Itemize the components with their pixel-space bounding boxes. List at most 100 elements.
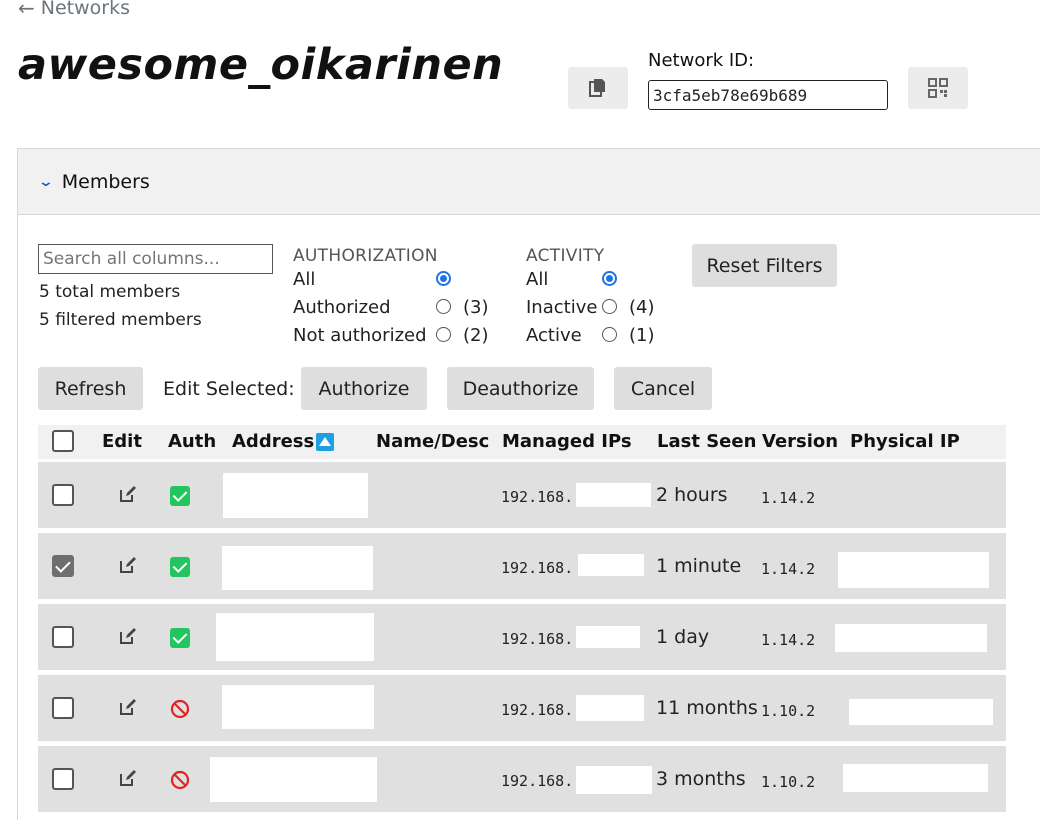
auth-filter-authorized-count: (3) (463, 297, 489, 318)
managed-ip-text: 192.168. (501, 701, 574, 719)
cancel-button[interactable]: Cancel (614, 367, 712, 410)
table-row[interactable]: 192.168. 1 minute 1.14.2 (38, 533, 1006, 599)
arrow-left-icon: ← (18, 0, 35, 20)
edit-icon[interactable] (118, 697, 138, 717)
last-seen-text: 1 day (656, 626, 710, 648)
managed-ip-text: 192.168. (501, 630, 574, 648)
network-id-value: 3cfa5eb78e69b689 (653, 86, 808, 105)
last-seen-text: 2 hours (656, 484, 728, 506)
network-name-title: awesome_oikarinen (18, 40, 504, 90)
filtered-members-text: 5 filtered members (39, 310, 202, 330)
last-seen-text: 1 minute (656, 555, 742, 577)
column-header-managed-ips[interactable]: Managed IPs (502, 431, 632, 452)
managed-ip-redacted (576, 626, 640, 648)
managed-ip-text: 192.168. (501, 559, 574, 577)
address-redacted (216, 613, 374, 661)
managed-ip-redacted (576, 766, 652, 794)
edit-icon[interactable] (118, 768, 138, 788)
copy-id-button[interactable] (568, 67, 628, 109)
members-table-header: Edit Auth Address Name/Desc Managed IPs … (38, 425, 1006, 459)
physical-ip-redacted (849, 699, 993, 725)
physical-ip-redacted (843, 764, 988, 792)
activity-filter-heading: ACTIVITY (526, 246, 605, 266)
column-header-auth[interactable]: Auth (168, 431, 216, 452)
managed-ip-text: 192.168. (501, 488, 574, 506)
chevron-down-icon: ⌄ (37, 173, 55, 190)
search-input[interactable] (38, 244, 273, 274)
activity-filter-inactive-label: Inactive (526, 297, 598, 318)
table-row[interactable]: 192.168. 3 months 1.10.2 (38, 746, 1006, 812)
column-header-physical-ip[interactable]: Physical IP (850, 431, 960, 452)
column-header-address[interactable]: Address (232, 431, 314, 452)
managed-ip-redacted (576, 483, 651, 507)
auth-filter-authorized-radio[interactable] (436, 299, 451, 314)
authorized-check-icon[interactable] (170, 486, 190, 506)
version-text: 1.14.2 (761, 489, 816, 507)
managed-ip-text: 192.168. (501, 772, 574, 790)
deauthorize-button[interactable]: Deauthorize (447, 367, 594, 410)
sort-ascending-icon[interactable] (316, 433, 334, 451)
column-header-last-seen[interactable]: Last Seen (657, 431, 756, 452)
activity-filter-active-count: (1) (629, 325, 655, 346)
address-redacted (222, 546, 373, 590)
activity-filter-all-radio[interactable] (602, 271, 617, 286)
column-header-edit: Edit (102, 431, 142, 452)
last-seen-text: 3 months (656, 768, 746, 790)
total-members-text: 5 total members (39, 282, 181, 302)
last-seen-text: 11 months (656, 697, 758, 719)
authorization-filter-heading: AUTHORIZATION (293, 246, 438, 266)
authorized-check-icon[interactable] (170, 557, 190, 577)
auth-filter-not-authorized-label: Not authorized (293, 325, 427, 346)
table-row[interactable]: 192.168. 2 hours 1.14.2 (38, 462, 1006, 528)
managed-ip-redacted (578, 554, 644, 576)
activity-filter-all-label: All (526, 269, 549, 290)
edit-icon[interactable] (118, 484, 138, 504)
address-redacted (210, 757, 377, 802)
refresh-button[interactable]: Refresh (38, 367, 143, 410)
version-text: 1.14.2 (761, 560, 816, 578)
copy-icon (589, 79, 605, 97)
authorized-check-icon[interactable] (170, 628, 190, 648)
managed-ip-redacted (576, 695, 644, 721)
auth-filter-not-authorized-radio[interactable] (436, 327, 451, 342)
qr-code-button[interactable] (908, 67, 968, 109)
physical-ip-redacted (835, 624, 987, 652)
not-authorized-icon[interactable] (170, 770, 190, 790)
activity-filter-inactive-radio[interactable] (602, 299, 617, 314)
row-select-checkbox[interactable] (52, 484, 74, 506)
row-select-checkbox[interactable] (52, 555, 74, 577)
qr-code-icon (928, 78, 948, 98)
edit-icon[interactable] (118, 555, 138, 575)
back-to-networks-link[interactable]: ← Networks (18, 0, 130, 20)
select-all-checkbox[interactable] (52, 430, 74, 452)
edit-icon[interactable] (118, 626, 138, 646)
version-text: 1.10.2 (761, 773, 816, 791)
reset-filters-button[interactable]: Reset Filters (692, 244, 837, 287)
network-id-label: Network ID: (648, 50, 755, 71)
auth-filter-not-authorized-count: (2) (463, 325, 489, 346)
auth-filter-all-radio[interactable] (436, 271, 451, 286)
row-select-checkbox[interactable] (52, 697, 74, 719)
members-panel-header[interactable]: ⌄ Members (18, 149, 1040, 215)
back-link-label: Networks (40, 0, 130, 19)
table-row[interactable]: 192.168. 11 months 1.10.2 (38, 675, 1006, 741)
address-redacted (222, 685, 374, 729)
network-id-field[interactable]: 3cfa5eb78e69b689 (648, 80, 888, 110)
column-header-name-desc[interactable]: Name/Desc (376, 431, 489, 452)
version-text: 1.10.2 (761, 702, 816, 720)
activity-filter-inactive-count: (4) (629, 297, 655, 318)
row-select-checkbox[interactable] (52, 626, 74, 648)
members-panel-title: Members (61, 170, 150, 193)
column-header-version[interactable]: Version (762, 431, 838, 452)
authorize-button[interactable]: Authorize (301, 367, 427, 410)
auth-filter-all-label: All (293, 269, 316, 290)
row-select-checkbox[interactable] (52, 768, 74, 790)
not-authorized-icon[interactable] (170, 699, 190, 719)
table-row[interactable]: 192.168. 1 day 1.14.2 (38, 604, 1006, 670)
activity-filter-active-label: Active (526, 325, 582, 346)
version-text: 1.14.2 (761, 631, 816, 649)
edit-selected-label: Edit Selected: (163, 378, 295, 400)
activity-filter-active-radio[interactable] (602, 327, 617, 342)
physical-ip-redacted (838, 552, 989, 588)
auth-filter-authorized-label: Authorized (293, 297, 391, 318)
